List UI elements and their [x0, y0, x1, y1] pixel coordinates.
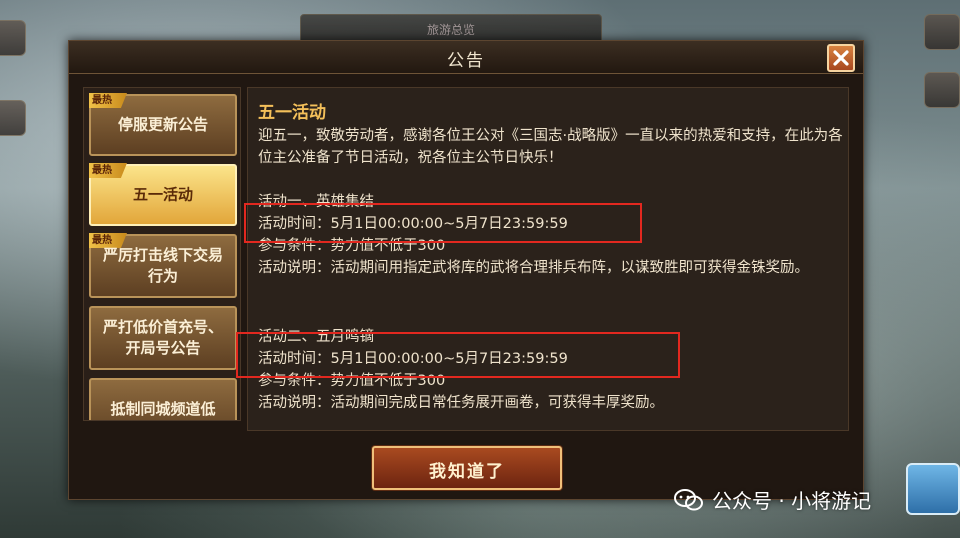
confirm-button[interactable]: 我知道了 [372, 446, 562, 490]
activity-one-description: 活动说明：活动期间用指定武将库的武将合理排兵布阵，以谋致胜即可获得金铢奖励。 [258, 260, 809, 276]
close-icon [833, 50, 849, 66]
hot-badge: 最热 [89, 163, 127, 178]
activity-two-description: 活动说明：活动期间完成日常任务展开画卷，可获得丰厚奖励。 [258, 395, 664, 411]
background-top-plate-text: 旅游总览 [426, 23, 475, 37]
watermark-text: 公众号 · 小将游记 [712, 489, 872, 513]
dialog-titlebar: 公告 [69, 41, 863, 74]
right-bottom-app-icon[interactable] [906, 463, 960, 515]
intro-text: 迎五一，致敬劳动者，感谢各位王公对《三国志·战略版》一直以来的热爱和支持，在此为… [258, 128, 843, 166]
tab-label: 严打低价首充号、开局号公告 [102, 318, 223, 357]
tab-label: 五一活动 [132, 185, 193, 204]
confirm-button-label: 我知道了 [429, 462, 505, 482]
wechat-icon [674, 488, 703, 510]
right-side-icon[interactable] [924, 72, 960, 108]
left-side-icon[interactable] [0, 100, 26, 136]
tab-label: 停服更新公告 [117, 115, 208, 134]
hot-badge: 最热 [89, 93, 127, 108]
close-button[interactable] [827, 44, 855, 72]
tab-server-maintenance[interactable]: 最热 停服更新公告 [89, 93, 237, 156]
right-side-icon[interactable] [924, 14, 960, 50]
tab-may-day-event[interactable]: 最热 五一活动 [89, 163, 237, 226]
highlight-box-activity-two-time [236, 332, 680, 378]
tab-city-channel[interactable]: 抵制同城频道低 [89, 378, 237, 420]
dialog-title: 公告 [447, 51, 485, 71]
tab-offline-trade-crackdown[interactable]: 最热 严厉打击线下交易行为 [89, 233, 237, 298]
highlight-box-activity-one-time [244, 203, 642, 243]
announcement-content[interactable]: 五一活动 迎五一，致敬劳动者，感谢各位王公对《三国志·战略版》一直以来的热爱和支… [247, 87, 849, 431]
left-side-icon[interactable] [0, 20, 26, 56]
announcement-dialog: 公告 最热 停服更新公告 最热 五一活动 最热 严厉打击线下交易行为 严打低价首… [68, 40, 864, 500]
tab-low-price-account-notice[interactable]: 严打低价首充号、开局号公告 [89, 306, 237, 370]
announcement-tab-list[interactable]: 最热 停服更新公告 最热 五一活动 最热 严厉打击线下交易行为 严打低价首充号、… [83, 87, 241, 421]
tab-label: 抵制同城频道低 [110, 400, 216, 418]
tab-label: 严厉打击线下交易行为 [103, 246, 224, 285]
content-title: 五一活动 [258, 103, 326, 123]
watermark: 公众号 · 小将游记 [674, 485, 871, 514]
